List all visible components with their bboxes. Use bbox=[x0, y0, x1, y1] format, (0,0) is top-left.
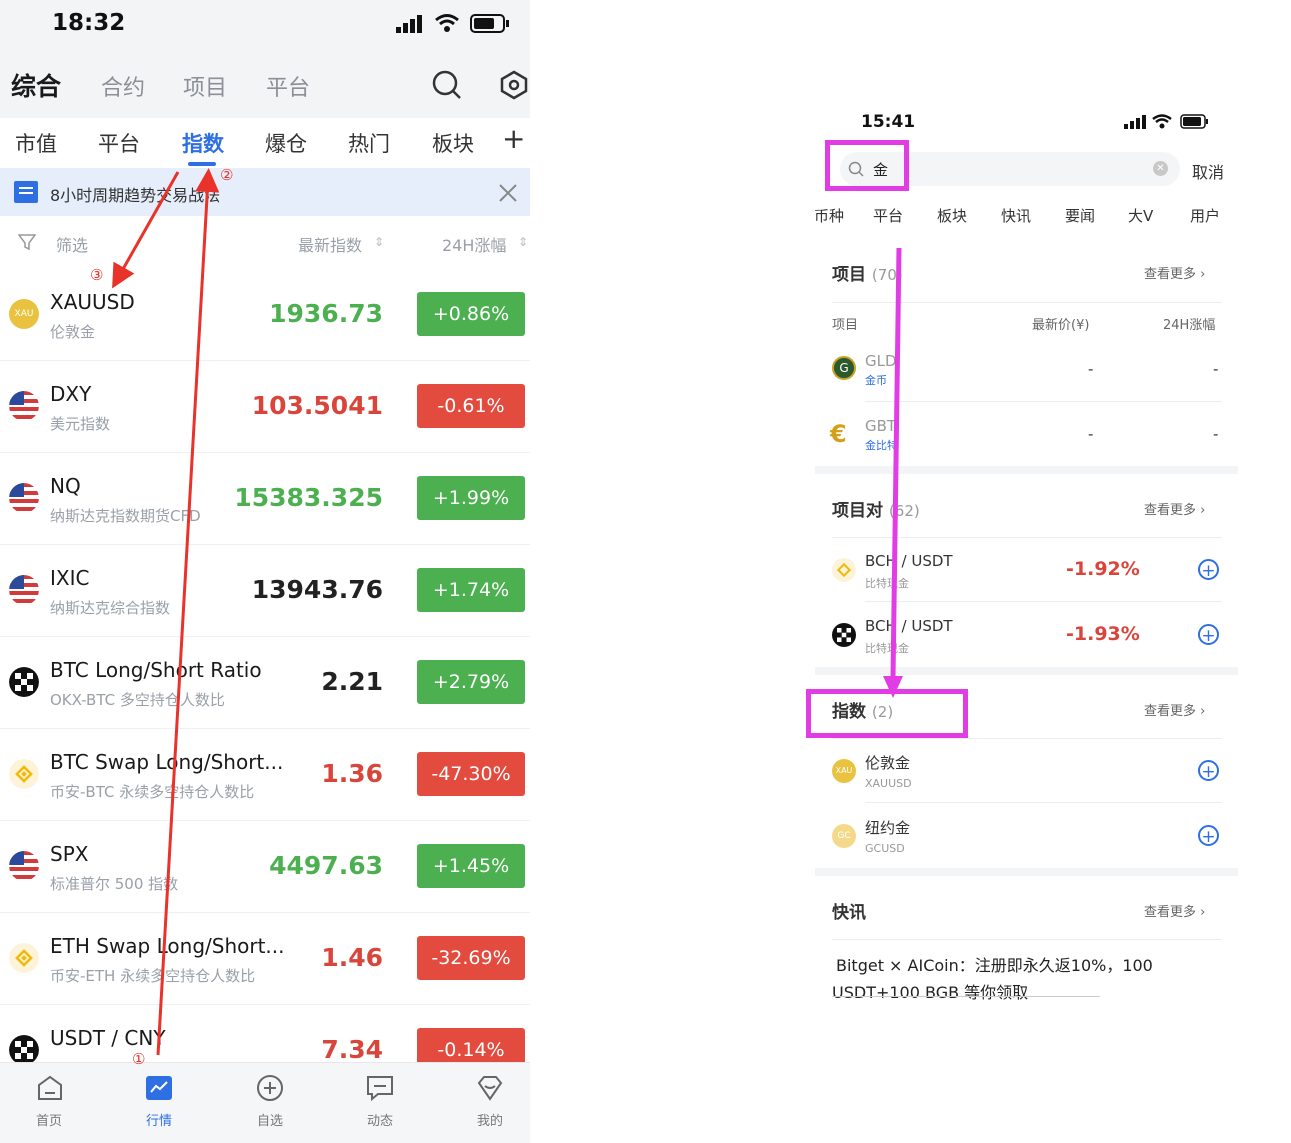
annotation-step-3: ③ bbox=[90, 266, 104, 284]
add-watchlist-button[interactable]: + bbox=[1198, 559, 1219, 581]
divider bbox=[865, 601, 1222, 602]
search-tab-sector[interactable]: 板块 bbox=[937, 205, 967, 226]
col-24h-change: 24H涨幅 bbox=[1163, 318, 1216, 333]
highlight-search-box bbox=[825, 140, 909, 191]
col-latest-price: 最新价(¥) bbox=[1032, 318, 1090, 333]
section-separator bbox=[815, 466, 1238, 474]
index-name[interactable]: 伦敦金 bbox=[865, 752, 910, 773]
status-time-right: 15:41 bbox=[861, 112, 916, 132]
index-name[interactable]: 纽约金 bbox=[865, 817, 910, 838]
gc-coin-icon: GC bbox=[832, 824, 856, 848]
signal-icon bbox=[1124, 115, 1146, 129]
divider bbox=[832, 996, 1100, 997]
section-separator bbox=[815, 868, 1238, 876]
search-tab-coin[interactable]: 币种 bbox=[814, 205, 844, 226]
divider bbox=[832, 738, 1222, 739]
pair-change: -1.92% bbox=[1066, 558, 1140, 580]
col-item: 项目 bbox=[832, 318, 859, 333]
annotation-step-1: ① bbox=[132, 1050, 146, 1068]
cancel-button[interactable]: 取消 bbox=[1192, 159, 1224, 183]
add-watchlist-button[interactable]: + bbox=[1198, 825, 1219, 847]
gld-coin-icon: G bbox=[832, 356, 856, 380]
index-symbol: XAUUSD bbox=[865, 777, 912, 790]
project-change: - bbox=[1213, 425, 1219, 443]
gbt-coin-icon: € bbox=[830, 420, 847, 448]
clear-icon[interactable]: ✕ bbox=[1153, 161, 1168, 176]
section-separator bbox=[815, 667, 1238, 675]
annotation-arrows bbox=[112, 168, 220, 1056]
news-more-link[interactable]: 查看更多 › bbox=[1144, 901, 1205, 920]
search-tab-user[interactable]: 用户 bbox=[1190, 205, 1220, 226]
project-change: - bbox=[1213, 360, 1219, 378]
news-text-line2[interactable]: USDT+100 BGB 等你领取 bbox=[832, 979, 1028, 1003]
highlight-arrow bbox=[883, 248, 903, 698]
search-tab-kol[interactable]: 大V bbox=[1128, 205, 1153, 226]
project-price: - bbox=[1088, 360, 1094, 378]
pair-change: -1.93% bbox=[1066, 623, 1140, 645]
xau-coin-icon: XAU bbox=[832, 759, 856, 783]
left-phone-screen: 18:32 综合 合约 项目 平台 市值 平台 指数 爆仓 热门 板块 + 8小… bbox=[0, 0, 530, 1143]
wifi-icon bbox=[1152, 114, 1172, 129]
indices-more-link[interactable]: 查看更多 › bbox=[1144, 700, 1205, 719]
binance-icon bbox=[832, 558, 856, 582]
search-tab-news[interactable]: 要闻 bbox=[1065, 205, 1095, 226]
projects-more-link[interactable]: 查看更多 › bbox=[1144, 263, 1205, 282]
divider bbox=[865, 401, 1222, 402]
add-watchlist-button[interactable]: + bbox=[1198, 624, 1219, 646]
divider bbox=[832, 939, 1222, 940]
okx-icon bbox=[832, 623, 856, 647]
divider bbox=[865, 802, 1222, 803]
index-symbol: GCUSD bbox=[865, 842, 905, 855]
pairs-more-link[interactable]: 查看更多 › bbox=[1144, 499, 1205, 518]
news-text-line1[interactable]: Bitget × AICoin：注册即永久返10%，100 bbox=[836, 952, 1153, 976]
add-watchlist-button[interactable]: + bbox=[1198, 760, 1219, 782]
search-tab-flash[interactable]: 快讯 bbox=[1001, 205, 1031, 226]
news-title: 快讯 bbox=[832, 903, 866, 923]
search-tab-platform[interactable]: 平台 bbox=[873, 205, 903, 226]
project-price: - bbox=[1088, 425, 1094, 443]
annotation-step-2: ② bbox=[220, 166, 234, 184]
battery-icon bbox=[1180, 114, 1208, 129]
